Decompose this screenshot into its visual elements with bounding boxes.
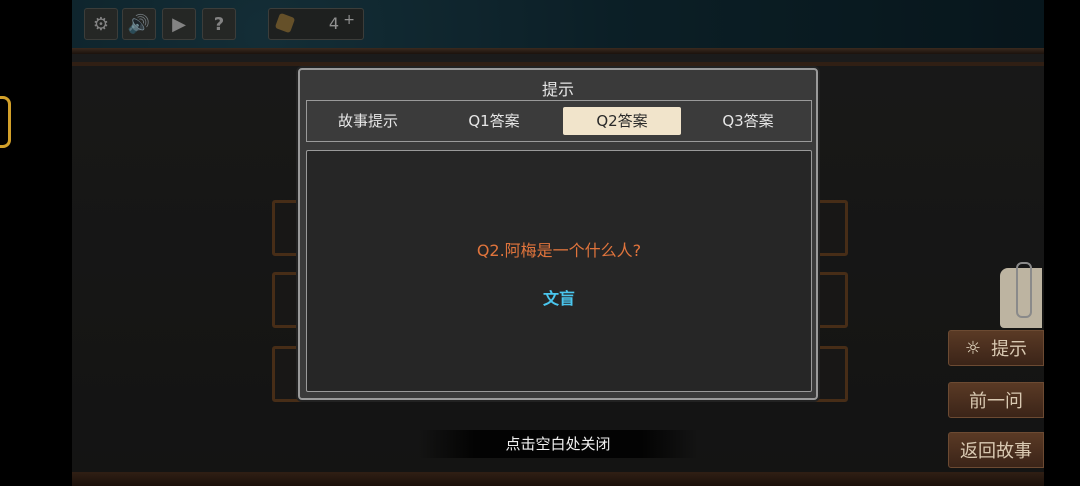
hint-button-label: 提示 [991,339,1028,360]
previous-question-button[interactable]: 前一问 [948,382,1044,418]
answer-panel: Q2.阿梅是一个什么人? 文盲 [306,150,812,392]
tab-q3-answer[interactable]: Q3答案 [689,107,807,135]
back-to-story-button[interactable]: 返回故事 [948,432,1044,468]
tab-q2-answer[interactable]: Q2答案 [563,107,681,135]
close-hint: 点击空白处关闭 [418,430,698,458]
dialog-title: 提示 [541,80,574,99]
lightbulb-icon: ☼ [964,337,982,359]
hint-dialog: 提示 故事提示 Q1答案 Q2答案 Q3答案 Q2.阿梅是一个什么人? 文盲 [298,68,818,400]
paperclip-icon [1016,262,1032,318]
tab-bar: 故事提示 Q1答案 Q2答案 Q3答案 [306,100,812,142]
tab-story-hint[interactable]: 故事提示 [309,107,427,135]
question-text: Q2.阿梅是一个什么人? [476,241,642,260]
left-badge-icon[interactable] [0,96,11,148]
back-to-story-label: 返回故事 [960,441,1032,462]
hint-button[interactable]: ☼ 提示 [948,330,1044,366]
previous-question-label: 前一问 [969,391,1023,412]
tab-q1-answer[interactable]: Q1答案 [435,107,553,135]
answer-text: 文盲 [542,289,575,308]
